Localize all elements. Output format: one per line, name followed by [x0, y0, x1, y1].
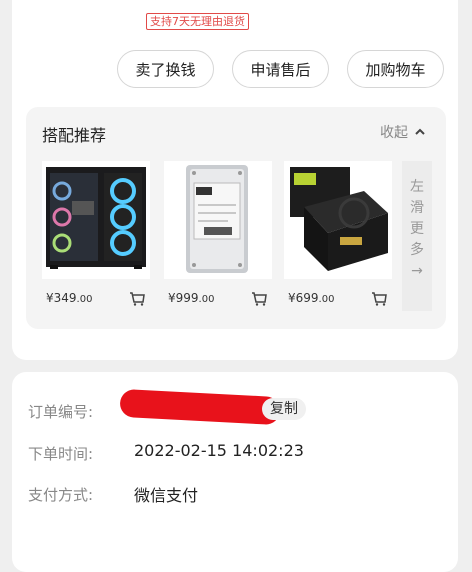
add-to-cart-button[interactable]: 加购物车 [347, 50, 444, 88]
product-price: ¥699.00 [288, 291, 334, 305]
collapse-toggle[interactable]: 收起 [380, 122, 426, 142]
order-time-value: 2022-02-15 14:02:23 [134, 441, 304, 460]
order-number-label: 订单编号: [28, 403, 94, 421]
cart-icon[interactable] [128, 289, 146, 307]
resell-button[interactable]: 卖了换钱 [117, 50, 214, 88]
price-decimal: .00 [76, 294, 93, 305]
price-decimal: .00 [318, 294, 335, 305]
price-decimal: .00 [198, 294, 215, 305]
order-time-label: 下单时间: [28, 445, 94, 463]
product-price: ¥349.00 [46, 291, 92, 305]
copy-button[interactable]: 复制 [262, 398, 306, 420]
payment-method-value: 微信支付 [134, 486, 199, 505]
return-policy-badge: 支持7天无理由退货 [146, 13, 249, 30]
swipe-more-label: 左滑更多→ [410, 179, 424, 279]
after-sale-button[interactable]: 申请售后 [232, 50, 329, 88]
recommendation-panel: 搭配推荐 收起 ¥349.00 ¥999.00 ¥699.00 左滑更多→ [26, 107, 446, 329]
product-item[interactable]: ¥349.00 [42, 161, 150, 311]
product-item[interactable]: ¥699.00 [284, 161, 392, 311]
recommendation-title: 搭配推荐 [42, 126, 107, 145]
product-item[interactable]: ¥999.00 [164, 161, 272, 311]
product-price: ¥999.00 [168, 291, 214, 305]
chevron-up-icon [415, 128, 425, 135]
pc-case-image[interactable] [42, 161, 150, 279]
cart-icon[interactable] [250, 289, 268, 307]
payment-method-label: 支付方式: [28, 486, 94, 504]
price-main: ¥699 [288, 291, 319, 305]
power-supply-image[interactable] [284, 161, 392, 279]
cart-icon[interactable] [370, 289, 388, 307]
hard-drive-image[interactable] [164, 161, 272, 279]
price-main: ¥999 [168, 291, 199, 305]
collapse-label: 收起 [380, 125, 408, 141]
price-main: ¥349 [46, 291, 77, 305]
